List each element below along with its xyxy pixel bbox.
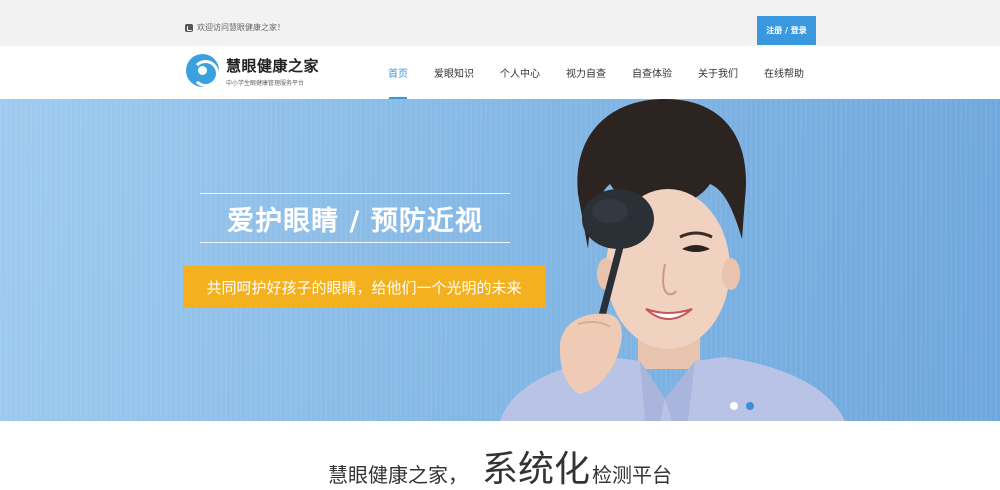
eye-logo-icon	[186, 54, 219, 87]
site-name: 慧眼健康之家	[226, 56, 320, 75]
nav-item-eye-knowledge[interactable]: 爱眼知识	[421, 46, 487, 99]
section-heading-part-a: 慧眼健康之家，	[327, 463, 468, 487]
carousel-dot-2[interactable]	[746, 402, 754, 410]
hero-banner[interactable]: 爱护眼睛 / 预防近视 共同呵护好孩子的眼睛，给他们一个光明的未来	[0, 99, 1000, 421]
carousel-dot-1[interactable]	[730, 402, 738, 410]
top-bar: 欢迎访问慧眼健康之家！ 注册 / 登录	[0, 0, 1000, 46]
welcome-text: 欢迎访问慧眼健康之家！	[197, 23, 285, 32]
nav-item-personal-center[interactable]: 个人中心	[487, 46, 553, 99]
section-heading: 慧眼健康之家， 系统化 检测平台	[0, 421, 1000, 490]
nav-item-vision-self-check[interactable]: 视力自查	[553, 46, 619, 99]
logo-text: 慧眼健康之家 中小学生眼健康管理服务平台	[226, 55, 319, 87]
woman-with-eye-occluder-image	[500, 99, 845, 421]
phone-icon	[185, 23, 193, 32]
carousel-indicators	[730, 402, 754, 410]
welcome-message: 欢迎访问慧眼健康之家！	[185, 22, 285, 33]
headline-frame: 爱护眼睛 / 预防近视	[200, 193, 510, 243]
banner-headline: 爱护眼睛 / 预防近视	[227, 205, 483, 237]
nav-item-online-help[interactable]: 在线帮助	[751, 46, 817, 99]
nav-item-self-check-experience[interactable]: 自查体验	[619, 46, 685, 99]
site-subtitle: 中小学生眼健康管理服务平台	[226, 79, 305, 87]
banner-tagline: 共同呵护好孩子的眼睛，给他们一个光明的未来	[183, 266, 545, 308]
site-logo[interactable]: 慧眼健康之家 中小学生眼健康管理服务平台	[186, 54, 319, 87]
nav-item-home[interactable]: 首页	[375, 46, 421, 99]
login-register-button[interactable]: 注册 / 登录	[757, 16, 816, 45]
section-heading-part-c: 检测平台	[592, 463, 672, 487]
header: 慧眼健康之家 中小学生眼健康管理服务平台 首页 爱眼知识 个人中心 视力自查 自…	[0, 46, 1000, 99]
section-heading-emphasis: 系统化	[481, 449, 590, 490]
main-nav: 首页 爱眼知识 个人中心 视力自查 自查体验 关于我们 在线帮助	[375, 46, 817, 99]
nav-item-about-us[interactable]: 关于我们	[685, 46, 751, 99]
